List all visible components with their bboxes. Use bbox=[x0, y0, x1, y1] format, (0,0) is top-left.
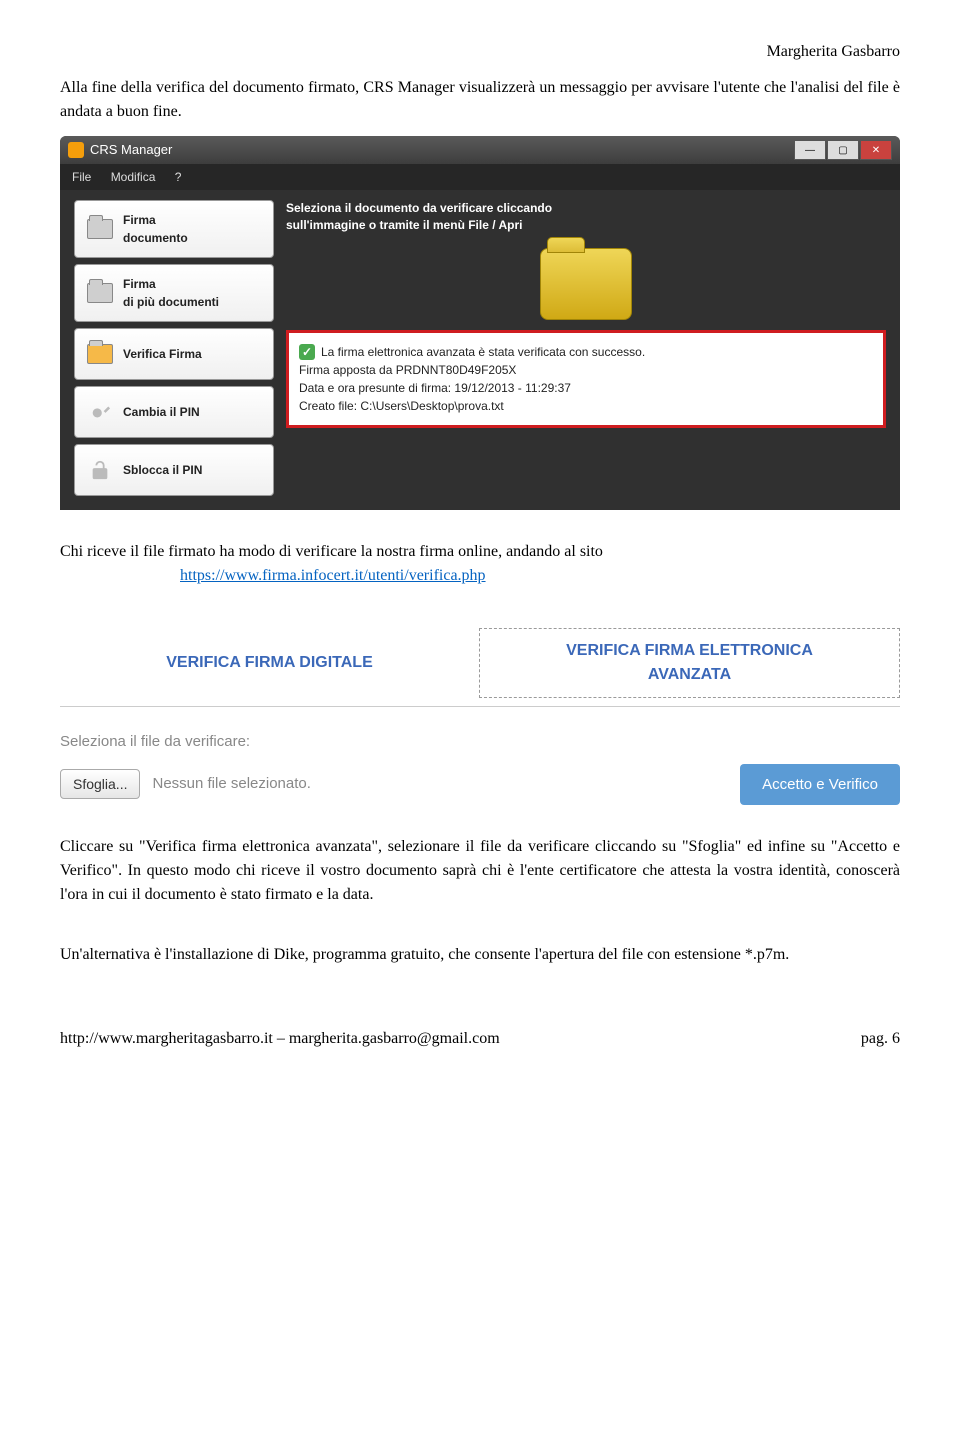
folder-icon bbox=[85, 278, 115, 308]
window-title: CRS Manager bbox=[90, 140, 794, 160]
verify-file: Creato file: C:\Users\Desktop\prova.txt bbox=[299, 397, 873, 415]
signed-by-label: Firma apposta da bbox=[299, 363, 396, 377]
sidebar-item-sblocca-pin[interactable]: Sblocca il PIN bbox=[74, 444, 274, 496]
menu-help[interactable]: ? bbox=[175, 170, 182, 184]
window-titlebar: CRS Manager — ▢ ✕ bbox=[60, 136, 900, 164]
label-sblocca-pin: Sblocca il PIN bbox=[123, 461, 202, 479]
key-icon bbox=[85, 397, 115, 427]
verification-result-box: ✓ La firma elettronica avanzata è stata … bbox=[286, 330, 886, 428]
accept-verify-button[interactable]: Accetto e Verifico bbox=[740, 764, 900, 805]
tab-divider bbox=[60, 706, 900, 707]
app-icon bbox=[68, 142, 84, 158]
minimize-button[interactable]: — bbox=[794, 140, 826, 160]
file-select-label: Seleziona il file da verificare: bbox=[60, 731, 900, 754]
tab-avanzata-l2: AVANZATA bbox=[486, 663, 893, 687]
label-firma-piu-l1: Firma bbox=[123, 275, 219, 293]
window-controls: — ▢ ✕ bbox=[794, 140, 892, 160]
paragraph-link-pre: Chi riceve il file firmato ha modo di ve… bbox=[60, 543, 603, 560]
menu-modifica[interactable]: Modifica bbox=[111, 170, 156, 184]
close-button[interactable]: ✕ bbox=[860, 140, 892, 160]
label-cambia-pin: Cambia il PIN bbox=[123, 403, 200, 421]
verify-tabs: VERIFICA FIRMA DIGITALE VERIFICA FIRMA E… bbox=[60, 628, 900, 698]
tab-firma-digitale[interactable]: VERIFICA FIRMA DIGITALE bbox=[60, 641, 479, 685]
menubar: File Modifica ? bbox=[60, 164, 900, 190]
folder-open-icon[interactable] bbox=[540, 248, 632, 320]
content-panel: Seleziona il documento da verificare cli… bbox=[286, 200, 886, 496]
hint-line-1: Seleziona il documento da verificare cli… bbox=[286, 200, 886, 217]
folder-icon bbox=[85, 214, 115, 244]
paragraph-alternative: Un'alternativa è l'installazione di Dike… bbox=[60, 943, 900, 967]
header-author: Margherita Gasbarro bbox=[60, 40, 900, 64]
maximize-button[interactable]: ▢ bbox=[827, 140, 859, 160]
search-folder-icon bbox=[85, 339, 115, 369]
verify-datetime: Data e ora presunte di firma: 19/12/2013… bbox=[299, 379, 873, 397]
file-select-row: Sfoglia... Nessun file selezionato. Acce… bbox=[60, 764, 900, 805]
paragraph-link-intro: Chi riceve il file firmato ha modo di ve… bbox=[60, 540, 900, 588]
sidebar-item-firma-documento[interactable]: Firma documento bbox=[74, 200, 274, 258]
paragraph-instructions: Cliccare su "Verifica firma elettronica … bbox=[60, 835, 900, 907]
sidebar-item-firma-piu[interactable]: Firma di più documenti bbox=[74, 264, 274, 322]
tab-avanzata-l1: VERIFICA FIRMA ELETTRONICA bbox=[486, 639, 893, 663]
signed-by-value: PRDNNT80D49F205X bbox=[396, 363, 517, 377]
page-footer: http://www.margheritagasbarro.it – margh… bbox=[60, 1027, 900, 1051]
paragraph-intro: Alla fine della verifica del documento f… bbox=[60, 76, 900, 124]
file-selected-text: Nessun file selezionato. bbox=[152, 773, 728, 796]
sidebar-item-cambia-pin[interactable]: Cambia il PIN bbox=[74, 386, 274, 438]
sidebar-item-verifica-firma[interactable]: Verifica Firma bbox=[74, 328, 274, 380]
label-verifica: Verifica Firma bbox=[123, 345, 202, 363]
menu-file[interactable]: File bbox=[72, 170, 91, 184]
unlock-icon bbox=[85, 455, 115, 485]
tab-firma-avanzata[interactable]: VERIFICA FIRMA ELETTRONICA AVANZATA bbox=[479, 628, 900, 698]
hint-line-2: sull'immagine o tramite il menù File / A… bbox=[286, 217, 886, 234]
verify-success-text: La firma elettronica avanzata è stata ve… bbox=[321, 343, 645, 361]
crs-manager-window: CRS Manager — ▢ ✕ File Modifica ? Firma … bbox=[60, 136, 900, 510]
sidebar: Firma documento Firma di più documenti V… bbox=[74, 200, 274, 496]
verification-link[interactable]: https://www.firma.infocert.it/utenti/ver… bbox=[180, 567, 486, 584]
label-firma-piu-l2: di più documenti bbox=[123, 293, 219, 311]
browse-button[interactable]: Sfoglia... bbox=[60, 769, 140, 799]
footer-left: http://www.margheritagasbarro.it – margh… bbox=[60, 1027, 500, 1051]
footer-right: pag. 6 bbox=[861, 1027, 900, 1051]
panel-hint: Seleziona il documento da verificare cli… bbox=[286, 200, 886, 234]
check-icon: ✓ bbox=[299, 344, 315, 360]
label-firma-l2: documento bbox=[123, 229, 188, 247]
label-firma-l1: Firma bbox=[123, 211, 188, 229]
